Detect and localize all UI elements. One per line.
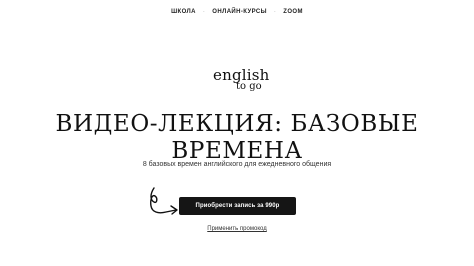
promo-code-container: Применить промокод (0, 226, 474, 232)
page-title: Видео-лекция: базовые времена (0, 111, 474, 165)
apply-promo-code-link[interactable]: Применить промокод (207, 226, 266, 232)
nav-item-online-courses[interactable]: ОНЛАЙН-КУРСЫ (212, 9, 267, 15)
logo-line-to-go: to go (236, 81, 262, 92)
nav-separator: · (202, 9, 206, 15)
top-navigation: ШКОЛА · ОНЛАЙН-КУРСЫ · ZOOM (0, 9, 474, 15)
hand-drawn-arrow-icon (150, 187, 178, 215)
nav-item-school[interactable]: ШКОЛА (171, 9, 196, 15)
english-to-go-logo: english to go (208, 66, 270, 96)
nav-item-zoom[interactable]: ZOOM (283, 9, 303, 15)
buy-recording-button[interactable]: Приобрести запись за 990р (179, 197, 296, 215)
page-title-line-1: Видео-лекция: базовые (55, 111, 419, 137)
page-subtitle: 8 базовых времен английского для ежеднев… (142, 161, 332, 168)
nav-separator: · (273, 9, 277, 15)
